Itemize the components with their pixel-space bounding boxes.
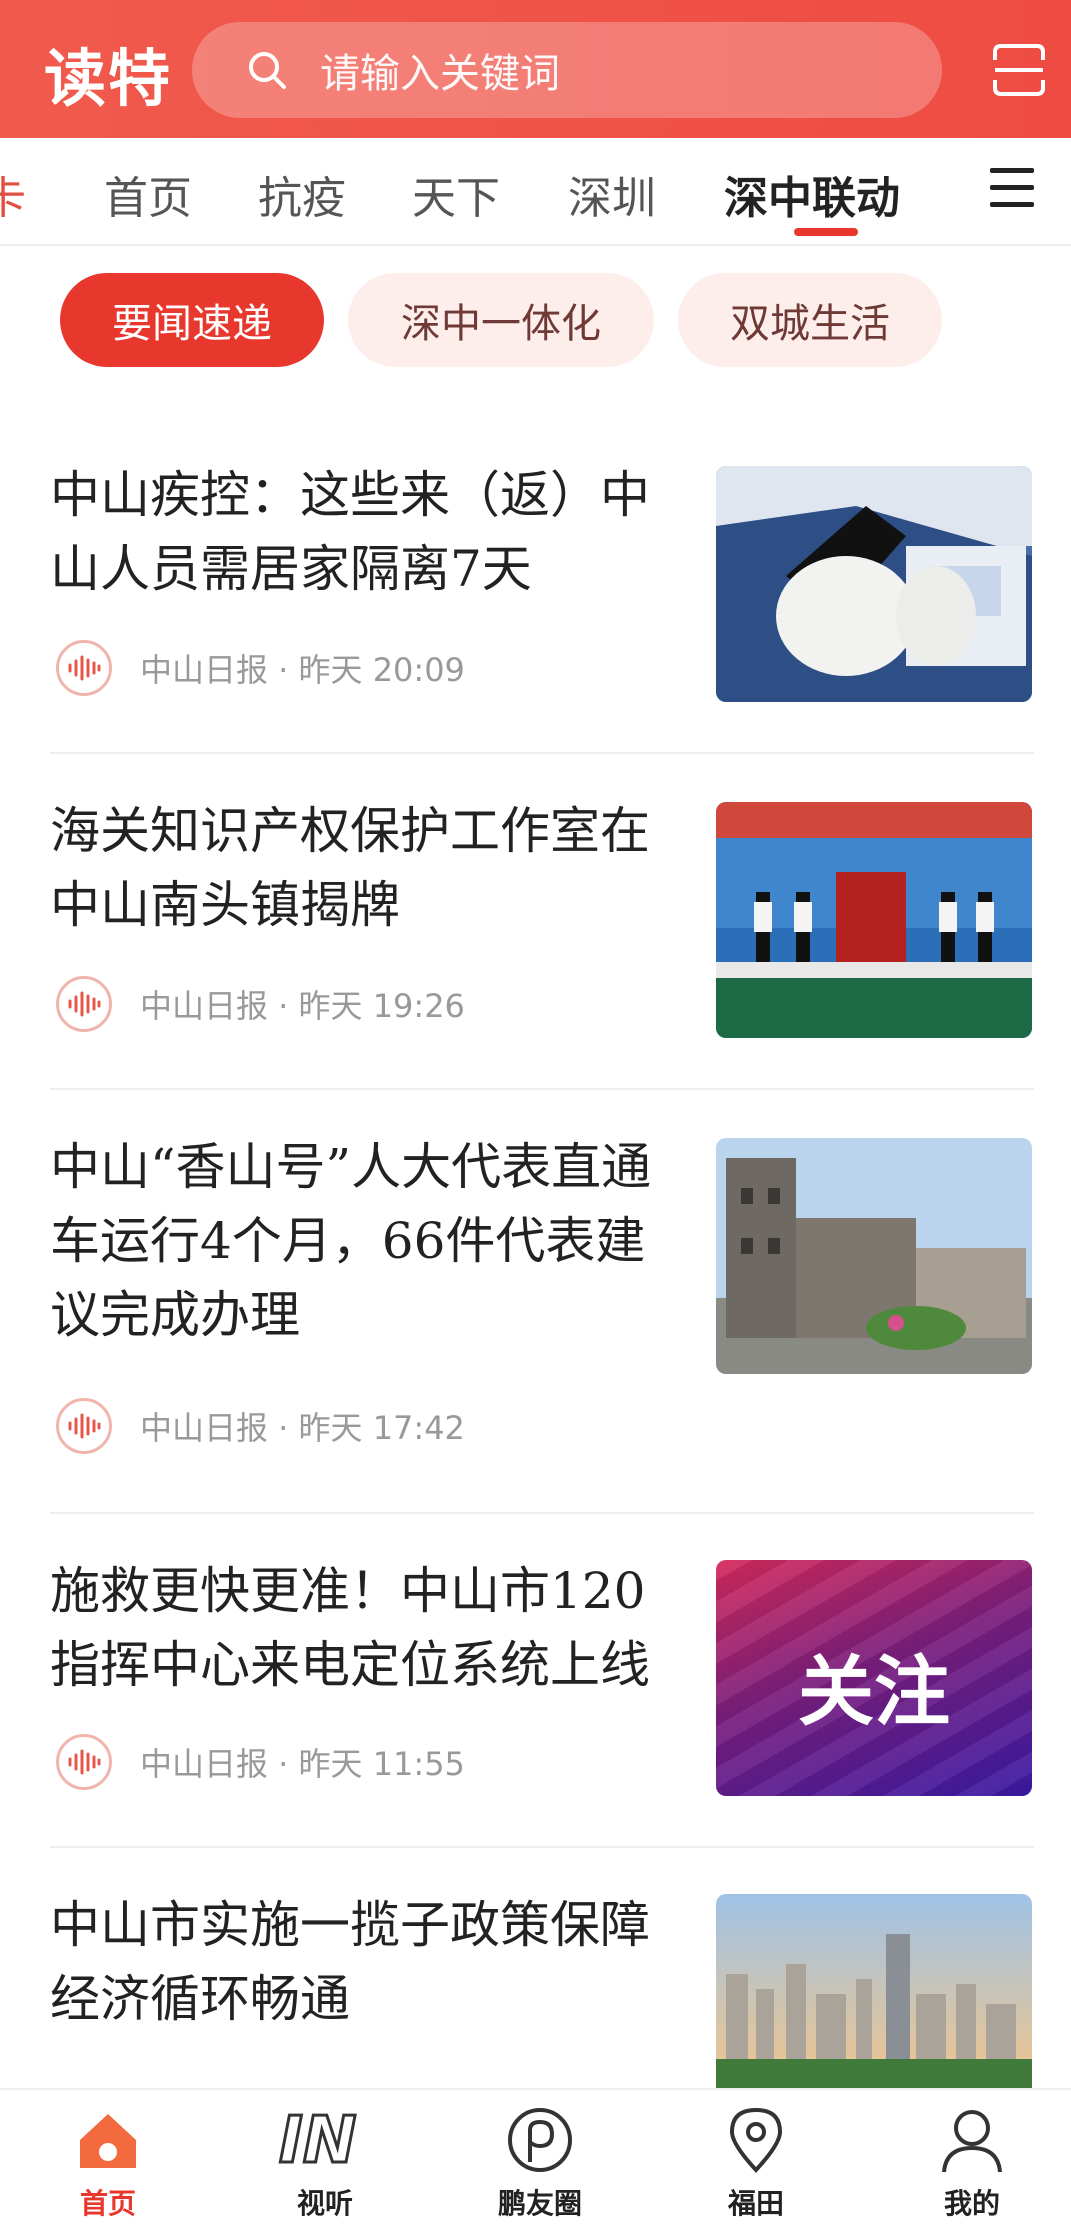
nav-label: 首页: [79, 2187, 136, 2220]
home-icon: [72, 2104, 144, 2176]
article-meta: 中山日报 · 昨天 11:55: [56, 1734, 465, 1790]
tab-shenzhen[interactable]: 深圳: [568, 162, 656, 226]
article-title[interactable]: 海关知识产权保护工作室在中山南头镇揭牌: [50, 794, 670, 942]
nav-circle[interactable]: 鹏友圈: [460, 2104, 620, 2222]
in-icon: IN: [275, 2103, 375, 2180]
article-meta: 中山日报 · 昨天 17:42: [56, 1398, 465, 1454]
svg-text:IN: IN: [279, 2104, 356, 2176]
chip-news-express[interactable]: 要闻速递: [60, 273, 324, 367]
article-thumbnail[interactable]: [716, 802, 1032, 1038]
tab-world[interactable]: 天下: [412, 162, 500, 226]
pengyou-icon: [504, 2104, 576, 2176]
nav-label: 视听: [296, 2187, 353, 2220]
tab-antiepidemic[interactable]: 抗疫: [258, 162, 346, 226]
article-title[interactable]: 中山市实施一揽子政策保障经济循环畅通: [50, 1888, 670, 2036]
article-title[interactable]: 中山疾控：这些来（返）中山人员需居家隔离7天: [50, 458, 670, 606]
nav-me[interactable]: 我的: [892, 2104, 1052, 2222]
audio-source-icon: [56, 1398, 112, 1454]
article-source: 中山日报 · 昨天 19:26: [140, 987, 465, 1025]
menu-icon[interactable]: [990, 168, 1034, 216]
article-meta: 中山日报 · 昨天 20:09: [56, 640, 465, 696]
nav-label: 鹏友圈: [497, 2187, 582, 2220]
nav-home[interactable]: 首页: [28, 2104, 188, 2222]
article-meta: 中山日报 · 昨天 19:26: [56, 976, 465, 1032]
article-title[interactable]: 中山“香山号”人大代表直通车运行4个月，66件代表建议完成办理: [50, 1130, 670, 1352]
chip-dual-city[interactable]: 双城生活: [678, 273, 942, 367]
bottom-nav: 首页 IN 视听 鹏友圈 福田 我的: [0, 2088, 1071, 2235]
thumbnail-caption: 关注: [798, 1647, 950, 1736]
search-placeholder: 请输入关键词: [320, 51, 560, 97]
article-thumbnail[interactable]: 关注: [716, 1560, 1032, 1796]
divider: [50, 1088, 1034, 1090]
article-source: 中山日报 · 昨天 20:09: [140, 651, 465, 689]
article-thumbnail[interactable]: [716, 466, 1032, 702]
tab-partial[interactable]: 卡: [0, 162, 26, 226]
divider: [50, 752, 1034, 754]
channel-tabs: 卡 首页 抗疫 天下 深圳 深中联动: [0, 138, 1071, 246]
search-bar[interactable]: 请输入关键词: [192, 22, 942, 118]
audio-source-icon: [56, 1734, 112, 1790]
app-logo[interactable]: 读特: [44, 28, 172, 118]
divider: [50, 1846, 1034, 1848]
tab-home[interactable]: 首页: [104, 162, 192, 226]
user-icon: [936, 2104, 1008, 2176]
nav-label: 福田: [727, 2187, 784, 2220]
nav-video[interactable]: IN 视听: [245, 2103, 405, 2222]
nav-label: 我的: [943, 2187, 1000, 2220]
article-source: 中山日报 · 昨天 11:55: [140, 1745, 465, 1783]
audio-source-icon: [56, 640, 112, 696]
location-pin-icon: [720, 2104, 792, 2176]
article-thumbnail[interactable]: [716, 1138, 1032, 1374]
active-tab-indicator: [794, 228, 858, 236]
search-icon: [244, 47, 290, 93]
article-title[interactable]: 施救更快更准！中山市120指挥中心来电定位系统上线: [50, 1554, 670, 1702]
divider: [50, 1512, 1034, 1514]
article-thumbnail[interactable]: [716, 1894, 1032, 2088]
scan-icon[interactable]: [991, 42, 1047, 98]
audio-source-icon: [56, 976, 112, 1032]
chip-integration[interactable]: 深中一体化: [348, 273, 654, 367]
tab-shenzhong[interactable]: 深中联动: [724, 162, 900, 226]
nav-futian[interactable]: 福田: [676, 2104, 836, 2222]
article-source: 中山日报 · 昨天 17:42: [140, 1409, 465, 1447]
app-header: 读特 请输入关键词: [0, 0, 1071, 138]
